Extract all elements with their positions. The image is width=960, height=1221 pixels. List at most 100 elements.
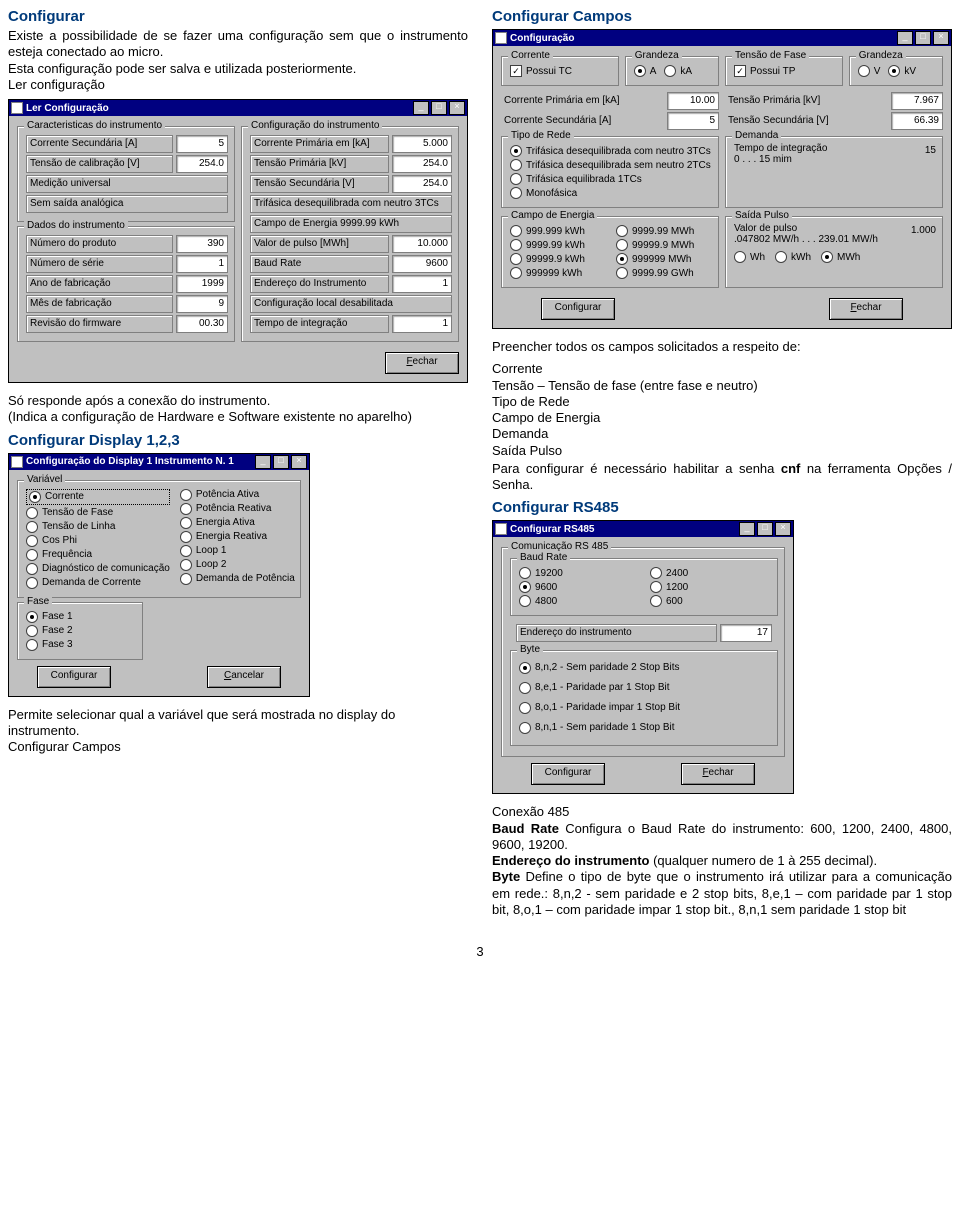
radio-option[interactable]: 4800 [519, 595, 640, 607]
radio-option[interactable]: A [634, 65, 657, 77]
field-tensao-secundaria: Tensão Secundária [V]66.39 [725, 112, 943, 130]
fechar-button[interactable]: Fechar [385, 352, 459, 374]
after-campos-tail: Para configurar é necessário habilitar a… [492, 461, 952, 494]
radio-option[interactable]: Energia Ativa [180, 517, 295, 529]
input[interactable]: 10.00 [667, 92, 719, 110]
minimize-icon[interactable]: _ [739, 522, 755, 536]
field-corrente-secundaria: Corrente Secundária [A]5 [501, 112, 719, 130]
radio-option[interactable]: kWh [775, 251, 811, 263]
radio-option[interactable]: Monofásica [510, 187, 712, 199]
close-icon[interactable]: × [933, 31, 949, 45]
radio-option[interactable]: 999.999 kWh [510, 225, 606, 237]
input[interactable]: 5 [667, 112, 719, 130]
titlebar[interactable]: Configuração _ □ × [493, 30, 951, 46]
radio-option[interactable]: Frequência [26, 549, 170, 561]
input-endereco[interactable]: 17 [720, 624, 772, 642]
input[interactable]: 7.967 [891, 92, 943, 110]
heading-configurar-display: Configurar Display 1,2,3 [8, 432, 468, 449]
input-tempo-integracao[interactable]: 15 [925, 145, 936, 156]
radio-option[interactable]: 8,n,1 - Sem paridade 1 Stop Bit [519, 719, 771, 737]
sp-label: Valor de pulso [734, 223, 905, 234]
radio-option[interactable]: 8,o,1 - Paridade impar 1 Stop Bit [519, 699, 771, 717]
radio-option[interactable]: 9999.99 kWh [510, 239, 606, 251]
after-rs485-text: Conexão 485Baud Rate Configura o Baud Ra… [492, 804, 952, 918]
titlebar[interactable]: Ler Configuração _ □ × [9, 100, 467, 116]
radio-option[interactable]: Potência Reativa [180, 503, 295, 515]
fechar-button[interactable]: Fechar [829, 298, 903, 320]
fechar-button[interactable]: Fechar [681, 763, 755, 785]
group-variavel: Variável CorrenteTensão de FaseTensão de… [17, 480, 301, 598]
field-medicao-universal: Medição universal [26, 175, 228, 193]
checkbox-possui-tp[interactable]: Possui TP [734, 65, 836, 77]
radio-option[interactable]: Corrente [26, 489, 170, 505]
radio-option[interactable]: Cos Phi [26, 535, 170, 547]
demanda-label: Tempo de integração [734, 143, 919, 154]
app-icon [495, 32, 507, 44]
radio-option[interactable]: Demanda de Potência [180, 573, 295, 585]
minimize-icon[interactable]: _ [897, 31, 913, 45]
radio-option[interactable]: V [858, 65, 881, 77]
radio-option[interactable]: 99999.9 kWh [510, 253, 606, 265]
maximize-icon[interactable]: □ [757, 522, 773, 536]
radio-option[interactable]: 8,e,1 - Paridade par 1 Stop Bit [519, 679, 771, 697]
radio-option[interactable]: 99999.9 MWh [616, 239, 712, 251]
radio-option[interactable]: 999999 MWh [616, 253, 712, 265]
radio-option[interactable]: Fase 3 [26, 639, 136, 651]
radio-option[interactable]: 2400 [650, 567, 771, 579]
radio-option[interactable]: Loop 2 [180, 559, 295, 571]
titlebar[interactable]: Configurar RS485 _ □ × [493, 521, 793, 537]
radio-option[interactable]: Trifásica desequilibrada com neutro 3TCs [510, 145, 712, 157]
maximize-icon[interactable]: □ [273, 455, 289, 469]
radio-option[interactable]: 1200 [650, 581, 771, 593]
radio-sp-units: WhkWh MWh [734, 249, 936, 265]
configurar-button[interactable]: Configurar [531, 763, 605, 785]
radio-option[interactable]: 9600 [519, 581, 640, 593]
configurar-button[interactable]: Configurar [37, 666, 111, 688]
win-configurar-display: Configuração do Display 1 Instrumento N.… [8, 453, 310, 697]
group-tensao-fase: Tensão de Fase Possui TP [725, 56, 843, 86]
configurar-button[interactable]: Configurar [541, 298, 615, 320]
radio-option[interactable]: Tensão de Fase [26, 507, 170, 519]
group-baud-rate: Baud Rate 1920096004800 24001200600 [510, 558, 778, 616]
radio-option[interactable]: Trifásica equilibrada 1TCs [510, 173, 712, 185]
field-tensao-secundaria: Tensão Secundária [V]254.0 [250, 175, 452, 193]
titlebar[interactable]: Configuração do Display 1 Instrumento N.… [9, 454, 309, 470]
radio-option[interactable]: Trifásica desequilibrada sem neutro 2TCs [510, 159, 712, 171]
radio-option[interactable]: Fase 2 [26, 625, 136, 637]
radio-option[interactable]: kV [888, 65, 916, 77]
maximize-icon[interactable]: □ [431, 101, 447, 115]
radio-option[interactable]: Wh [734, 251, 765, 263]
radio-option[interactable]: 999999 kWh [510, 267, 606, 279]
radio-option[interactable]: Loop 1 [180, 545, 295, 557]
input-valor-pulso[interactable]: 1.000 [911, 225, 936, 236]
close-icon[interactable]: × [291, 455, 307, 469]
radio-option[interactable]: Fase 1 [26, 611, 136, 623]
field-trifasica: Trifásica desequilibrada com neutro 3TCs [250, 195, 452, 213]
checkbox-possui-tc[interactable]: Possui TC [510, 65, 612, 77]
window-title: Configuração do Display 1 Instrumento N.… [26, 456, 253, 467]
radio-option[interactable]: 9999.99 GWh [616, 267, 712, 279]
minimize-icon[interactable]: _ [255, 455, 271, 469]
radio-option[interactable]: Energia Reativa [180, 531, 295, 543]
radio-baud-left: 19200 9600 4800 [519, 565, 640, 609]
intro-text: Existe a possibilidade de se fazer uma c… [8, 28, 468, 93]
radio-option[interactable]: kA [664, 65, 692, 77]
radio-option[interactable]: 8,n,2 - Sem paridade 2 Stop Bits [519, 659, 771, 677]
input-readonly: 00.30 [176, 315, 228, 333]
maximize-icon[interactable]: □ [915, 31, 931, 45]
radio-option[interactable]: 9999.99 MWh [616, 225, 712, 237]
input[interactable]: 66.39 [891, 112, 943, 130]
close-icon[interactable]: × [775, 522, 791, 536]
radio-option[interactable]: 600 [650, 595, 771, 607]
radio-option[interactable]: Diagnóstico de comunicação [26, 563, 170, 575]
radio-option[interactable]: Demanda de Corrente [26, 577, 170, 589]
radio-option[interactable]: 19200 [519, 567, 640, 579]
field-ano-fabricacao: Ano de fabricação1999 [26, 275, 228, 293]
radio-option[interactable]: Tensão de Linha [26, 521, 170, 533]
radio-option[interactable]: Potência Ativa [180, 489, 295, 501]
radio-option[interactable]: MWh [821, 251, 860, 263]
field-corrente-primaria: Corrente Primária em [kA]10.00 [501, 92, 719, 110]
minimize-icon[interactable]: _ [413, 101, 429, 115]
cancelar-button[interactable]: Cancelar [207, 666, 281, 688]
close-icon[interactable]: × [449, 101, 465, 115]
